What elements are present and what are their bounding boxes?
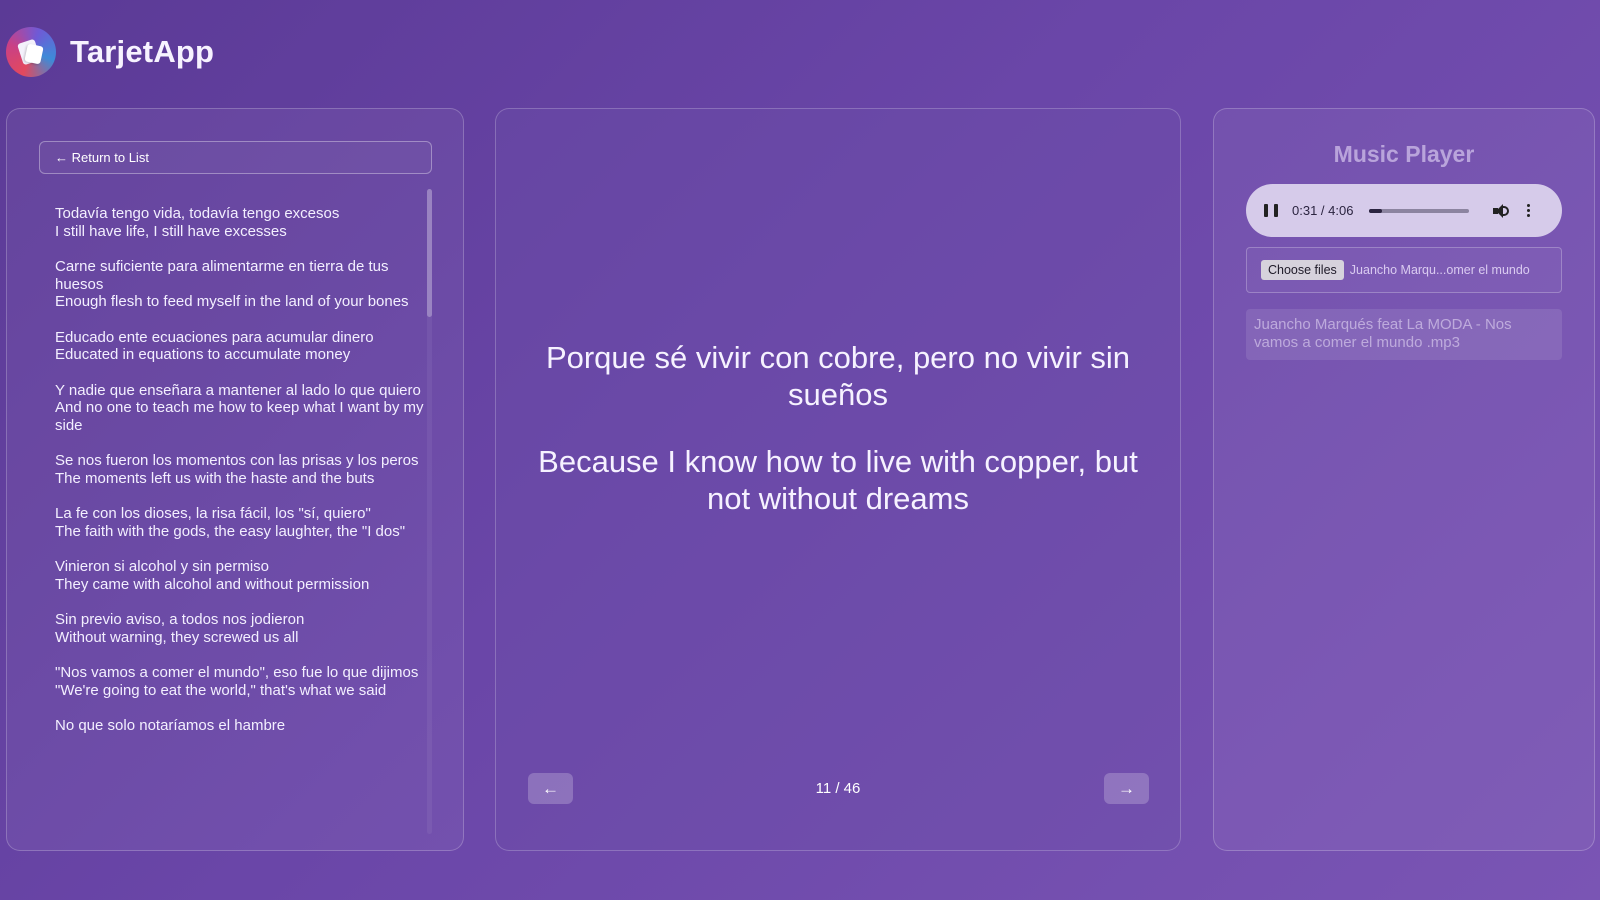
seek-bar-fill — [1369, 208, 1383, 213]
volume-icon[interactable] — [1493, 203, 1510, 219]
lyric-original: No que solo notaríamos el hambre — [55, 717, 286, 734]
audio-player: 0:31 / 4:06 — [1246, 184, 1562, 237]
lyrics-panel: ← Return to List Todavía tengo vida, tod… — [6, 108, 464, 851]
lyric-original: Carne suficiente para alimentarme en tie… — [55, 258, 389, 293]
music-player-title: Music Player — [1333, 141, 1475, 167]
playback-time: 0:31 / 4:06 — [1292, 203, 1354, 218]
more-options-icon[interactable] — [1527, 204, 1531, 217]
file-input: Choose files Juancho Marqu...omer el mun… — [1246, 247, 1562, 293]
music-player-panel: Music Player 0:31 / 4:06 Choose files Ju… — [1213, 108, 1595, 851]
seek-bar[interactable] — [1369, 208, 1470, 213]
arrow-left-icon: ← — [542, 778, 559, 798]
lyric-original: Todavía tengo vida, todavía tengo exceso… — [55, 205, 340, 222]
arrow-right-icon: → — [1118, 778, 1135, 798]
app-title: TarjetApp — [70, 34, 215, 69]
lyric-translation: Without warning, they screwed us all — [55, 628, 299, 646]
flashcard[interactable]: Porque sé vivir con cobre, pero no vivir… — [536, 339, 1140, 517]
flashcard-panel: Porque sé vivir con cobre, pero no vivir… — [495, 108, 1181, 851]
lyric-item[interactable]: Sin previo aviso, a todos nos jodieron Wi… — [55, 611, 425, 646]
pause-icon[interactable] — [1264, 203, 1278, 218]
lyric-item[interactable]: Se nos fueron los momentos con las prisa… — [55, 452, 425, 487]
lyric-translation: "We're going to eat the world," that's w… — [55, 681, 387, 699]
lyric-translation: Educated in equations to accumulate mone… — [55, 346, 351, 363]
lyric-item[interactable]: No que solo notaríamos el hambre — [55, 717, 425, 735]
lyric-item[interactable]: Vinieron si alcohol y sin permiso They ca… — [55, 558, 425, 593]
lyric-item[interactable]: Todavía tengo vida, todavía tengo exceso… — [55, 205, 425, 240]
lyric-translation: I still have life, I still have excesses — [55, 222, 287, 240]
playlist-item[interactable]: Juancho Marqués feat La MODA - Nos vamos… — [1246, 309, 1562, 360]
lyric-item[interactable]: Y nadie que enseñara a mantener al lado … — [55, 382, 425, 435]
previous-card-button[interactable]: ← — [528, 773, 573, 804]
flashcard-translation-text: Because I know how to live with copper, … — [538, 444, 1138, 516]
return-to-list-button[interactable]: ← Return to List — [39, 141, 432, 174]
card-counter: 11 / 46 — [815, 780, 861, 797]
selected-file-name: Juancho Marqu...omer el mundo — [1349, 263, 1530, 277]
lyric-translation: The faith with the gods, the easy laught… — [55, 522, 406, 540]
lyrics-scrollbar-thumb[interactable] — [427, 189, 432, 317]
lyric-item[interactable]: Educado ente ecuaciones para acumular di… — [55, 329, 425, 364]
lyric-original: Se nos fueron los momentos con las prisa… — [55, 452, 419, 469]
lyric-translation: The moments left us with the haste and t… — [55, 469, 375, 487]
lyric-original: Vinieron si alcohol y sin permiso — [55, 558, 269, 575]
lyric-translation: Enough flesh to feed myself in the land … — [55, 293, 409, 310]
lyric-original: La fe con los dioses, la risa fácil, los… — [55, 505, 371, 522]
lyrics-list[interactable]: Todavía tengo vida, todavía tengo exceso… — [55, 205, 425, 831]
lyric-original: "Nos vamos a comer el mundo", eso fue lo… — [55, 664, 419, 681]
lyric-original: Y nadie que enseñara a mantener al lado … — [55, 381, 421, 399]
lyric-original: Educado ente ecuaciones para acumular di… — [55, 328, 374, 346]
lyric-item[interactable]: "Nos vamos a comer el mundo", eso fue lo… — [55, 664, 425, 699]
lyric-item[interactable]: La fe con los dioses, la risa fácil, los… — [55, 505, 425, 540]
choose-files-button[interactable]: Choose files — [1261, 260, 1344, 280]
lyric-translation: They came with alcohol and without permi… — [55, 575, 370, 593]
app-header: TarjetApp — [6, 26, 214, 78]
lyric-item[interactable]: Carne suficiente para alimentarme en tie… — [55, 258, 425, 311]
flashcard-original-text: Porque sé vivir con cobre, pero no vivir… — [545, 340, 1131, 412]
lyric-translation: And no one to teach me how to keep what … — [55, 399, 424, 434]
app-logo-icon — [6, 27, 56, 77]
next-card-button[interactable]: → — [1104, 773, 1149, 804]
lyric-original: Sin previo aviso, a todos nos jodieron — [55, 611, 305, 628]
